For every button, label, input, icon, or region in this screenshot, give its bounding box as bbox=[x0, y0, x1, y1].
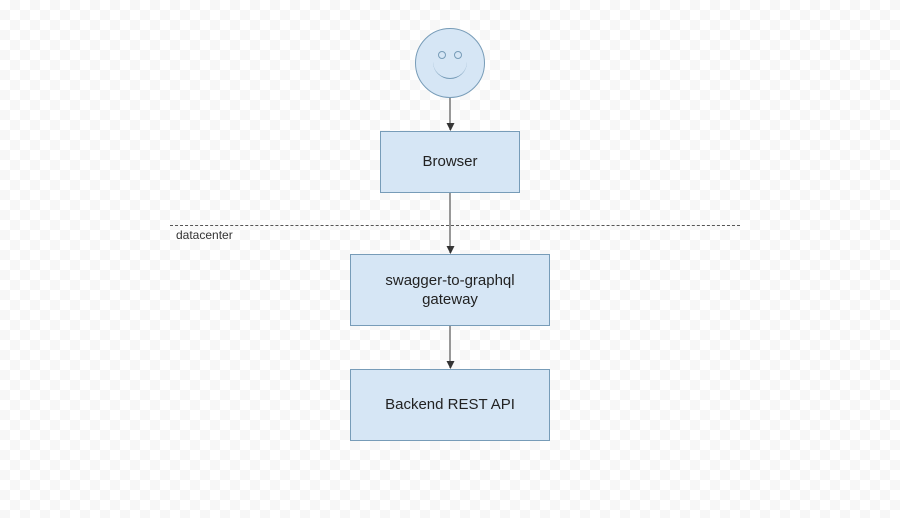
node-browser-label: Browser bbox=[422, 152, 477, 172]
smiley-mouth bbox=[433, 62, 467, 79]
smiley-eye-right bbox=[454, 51, 462, 59]
user-actor-icon bbox=[415, 28, 485, 98]
architecture-diagram: Browser datacenter swagger-to-graphql ga… bbox=[150, 0, 750, 518]
datacenter-boundary-label: datacenter bbox=[176, 228, 233, 242]
arrow-browser-to-gateway bbox=[450, 193, 451, 253]
node-backend-label: Backend REST API bbox=[385, 395, 515, 415]
node-gateway: swagger-to-graphql gateway bbox=[350, 254, 550, 326]
smiley-eye-left bbox=[438, 51, 446, 59]
node-gateway-label: swagger-to-graphql gateway bbox=[385, 271, 514, 310]
datacenter-boundary-line bbox=[170, 225, 740, 226]
node-browser: Browser bbox=[380, 131, 520, 193]
node-backend: Backend REST API bbox=[350, 369, 550, 441]
arrow-user-to-browser bbox=[450, 98, 451, 130]
arrow-gateway-to-backend bbox=[450, 326, 451, 368]
